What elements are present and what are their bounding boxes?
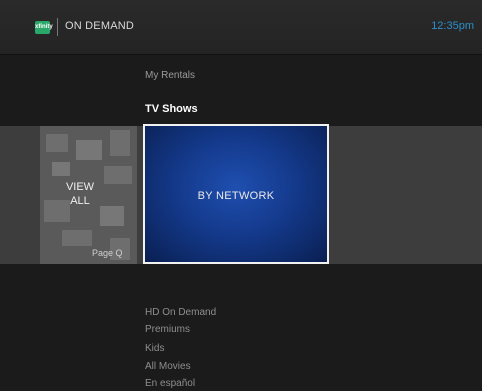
- mosaic-block: [110, 130, 130, 156]
- view-all-tile[interactable]: VIEW ALL Page Q: [40, 126, 137, 264]
- view-all-line1: VIEW: [65, 181, 95, 193]
- view-all-line2: ALL: [70, 195, 90, 207]
- menu-item-hd-on-demand[interactable]: HD On Demand: [145, 307, 216, 318]
- by-network-label: BY NETWORK: [197, 190, 275, 202]
- menu-item-en-espanol[interactable]: En español: [145, 378, 195, 389]
- on-demand-screen: xfinity ON DEMAND 12:35pm My Rentals TV …: [0, 0, 482, 391]
- menu-item-premiums[interactable]: Premiums: [145, 324, 190, 335]
- header-bar: xfinity ON DEMAND 12:35pm: [0, 0, 482, 55]
- menu-item-all-movies[interactable]: All Movies: [145, 361, 191, 372]
- mosaic-block: [76, 140, 102, 160]
- mosaic-block: [62, 230, 92, 246]
- view-all-label: VIEW ALL: [40, 180, 120, 208]
- page-title: ON DEMAND: [65, 20, 135, 32]
- menu-item-tv-shows[interactable]: TV Shows: [145, 103, 198, 115]
- mosaic-block: [100, 206, 124, 226]
- by-network-tile[interactable]: BY NETWORK: [143, 124, 329, 264]
- brand-logo: xfinity: [35, 21, 53, 34]
- page-indicator: Page Q: [92, 248, 123, 258]
- clock-time: 12:35pm: [431, 20, 474, 32]
- mosaic-block: [46, 134, 68, 152]
- mosaic-block: [52, 162, 70, 176]
- menu-item-my-rentals[interactable]: My Rentals: [145, 70, 195, 81]
- menu-item-kids[interactable]: Kids: [145, 343, 164, 354]
- header-divider: [57, 18, 58, 36]
